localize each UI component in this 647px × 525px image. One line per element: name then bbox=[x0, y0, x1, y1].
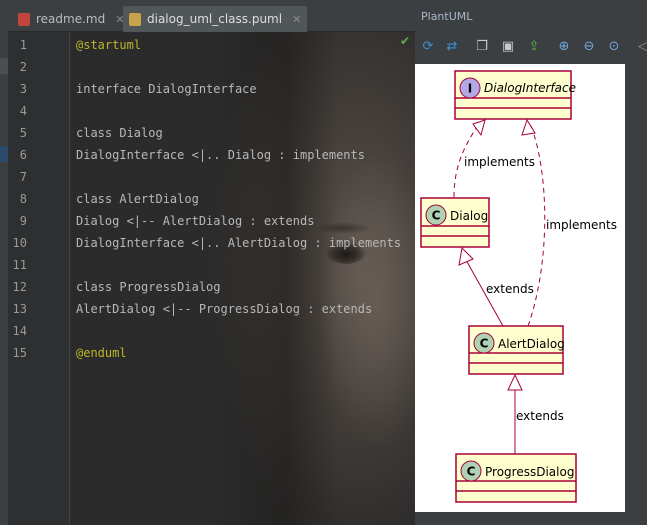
zoom-out-icon[interactable]: ⊖ bbox=[580, 37, 598, 55]
code-text: class AlertDialog bbox=[76, 192, 199, 206]
close-icon[interactable]: ✕ bbox=[292, 13, 301, 26]
line-number: 12 bbox=[12, 280, 27, 294]
export-icon[interactable]: ⇪ bbox=[525, 37, 543, 55]
code-text: DialogInterface <|.. AlertDialog : imple… bbox=[76, 236, 402, 250]
editor-tab-bar: readme.md ✕ dialog_uml_class.puml ✕ bbox=[8, 0, 415, 32]
zoom-actual-icon[interactable]: ⊙ bbox=[605, 37, 623, 55]
line-number: 5 bbox=[19, 126, 27, 140]
diagram-canvas[interactable]: .box { fill: #fefece; stroke: #a80036; s… bbox=[415, 64, 625, 512]
arrowhead bbox=[521, 118, 536, 136]
save-icon[interactable]: ▣ bbox=[499, 37, 517, 55]
interface-dialog-interface[interactable]: I DialogInterface bbox=[454, 70, 576, 120]
plantuml-panel: PlantUML ⟳ ⇄ ❐ ▣ ⇪ ⊕ ⊖ ⊙ ◁ .box { fill: … bbox=[415, 0, 647, 525]
line-number: 14 bbox=[12, 324, 27, 338]
sync-icon[interactable]: ⇄ bbox=[443, 37, 461, 55]
code-line[interactable]: AlertDialog <|-- ProgressDialog : extend… bbox=[76, 298, 372, 320]
tool-strip-marker[interactable] bbox=[0, 58, 8, 74]
code-line[interactable]: class Dialog bbox=[76, 122, 163, 144]
line-number: 7 bbox=[19, 170, 27, 184]
code-line[interactable]: class ProgressDialog bbox=[76, 276, 221, 298]
line-number: 3 bbox=[19, 82, 27, 96]
code-line[interactable]: @startuml bbox=[76, 34, 141, 56]
line-number: 9 bbox=[19, 214, 27, 228]
tab-label: readme.md bbox=[36, 12, 106, 26]
arrow-left-icon[interactable]: ◁ bbox=[634, 37, 647, 55]
class-name: ProgressDialog bbox=[485, 465, 574, 479]
line-number: 10 bbox=[12, 236, 27, 250]
code-text: DialogInterface <|.. Dialog : implements bbox=[76, 148, 365, 162]
class-dialog[interactable]: C Dialog bbox=[420, 197, 490, 248]
code-line[interactable]: DialogInterface <|.. Dialog : implements bbox=[76, 144, 365, 166]
line-number: 2 bbox=[19, 60, 27, 74]
code-line[interactable]: @enduml bbox=[76, 342, 127, 364]
tab-dialog-uml-class[interactable]: dialog_uml_class.puml ✕ bbox=[123, 6, 308, 32]
arrowhead bbox=[458, 246, 474, 266]
code-line[interactable]: class AlertDialog bbox=[76, 188, 199, 210]
line-number: 1 bbox=[19, 38, 27, 52]
tab-readme[interactable]: readme.md ✕ bbox=[12, 6, 130, 32]
tool-strip-marker[interactable] bbox=[0, 146, 8, 162]
line-number: 11 bbox=[12, 258, 27, 272]
code-line[interactable]: DialogInterface <|.. AlertDialog : imple… bbox=[76, 232, 401, 254]
code-text: AlertDialog <|-- ProgressDialog : extend… bbox=[76, 302, 373, 316]
refresh-icon[interactable]: ⟳ bbox=[419, 37, 437, 55]
zoom-in-icon[interactable]: ⊕ bbox=[555, 37, 573, 55]
code-text: class ProgressDialog bbox=[76, 280, 221, 294]
edge-label: implements bbox=[546, 218, 617, 232]
line-number: 4 bbox=[19, 104, 27, 118]
line-number: 15 bbox=[12, 346, 27, 360]
marker-letter: C bbox=[467, 465, 476, 479]
code-editor[interactable]: 1 2 3 4 5 6 7 8 9 10 11 12 13 14 15 @startuml interface… bbox=[8, 32, 415, 525]
line-number: 6 bbox=[19, 148, 27, 162]
tab-label: dialog_uml_class.puml bbox=[147, 12, 283, 26]
keyword-token: @startuml bbox=[76, 38, 142, 52]
edge-label: extends bbox=[486, 282, 534, 296]
class-name: AlertDialog bbox=[498, 337, 565, 351]
puml-file-icon bbox=[129, 12, 141, 26]
inspection-ok-icon[interactable]: ✔ bbox=[400, 34, 410, 48]
class-name: Dialog bbox=[450, 209, 488, 223]
markdown-file-icon bbox=[18, 12, 30, 26]
marker-letter: C bbox=[432, 209, 441, 223]
class-progress-dialog[interactable]: C ProgressDialog bbox=[455, 453, 577, 503]
class-alert-dialog[interactable]: C AlertDialog bbox=[468, 325, 565, 375]
left-tool-strip bbox=[0, 0, 8, 525]
panel-title: PlantUML bbox=[421, 10, 473, 23]
code-text: Dialog <|-- AlertDialog : extends bbox=[76, 214, 315, 228]
code-text: interface DialogInterface bbox=[76, 82, 257, 96]
edge-label: implements bbox=[464, 155, 535, 169]
marker-letter: C bbox=[480, 337, 489, 351]
plantuml-toolbar: ⟳ ⇄ ❐ ▣ ⇪ ⊕ ⊖ ⊙ ◁ bbox=[415, 34, 647, 60]
code-line[interactable]: Dialog <|-- AlertDialog : extends bbox=[76, 210, 314, 232]
code-line[interactable]: interface DialogInterface bbox=[76, 78, 257, 100]
line-number-gutter: 1 2 3 4 5 6 7 8 9 10 11 12 13 14 15 bbox=[8, 32, 70, 525]
arrowhead bbox=[472, 119, 486, 137]
uml-class-diagram: .box { fill: #fefece; stroke: #a80036; s… bbox=[420, 70, 617, 503]
arrowhead bbox=[507, 373, 523, 391]
line-number: 8 bbox=[19, 192, 27, 206]
keyword-token: @enduml bbox=[76, 346, 127, 360]
line-number: 13 bbox=[12, 302, 27, 316]
copy-icon[interactable]: ❐ bbox=[473, 37, 491, 55]
code-text: class Dialog bbox=[76, 126, 163, 140]
edge-label: extends bbox=[516, 409, 564, 423]
class-name: DialogInterface bbox=[484, 81, 576, 95]
marker-letter: I bbox=[468, 82, 472, 96]
